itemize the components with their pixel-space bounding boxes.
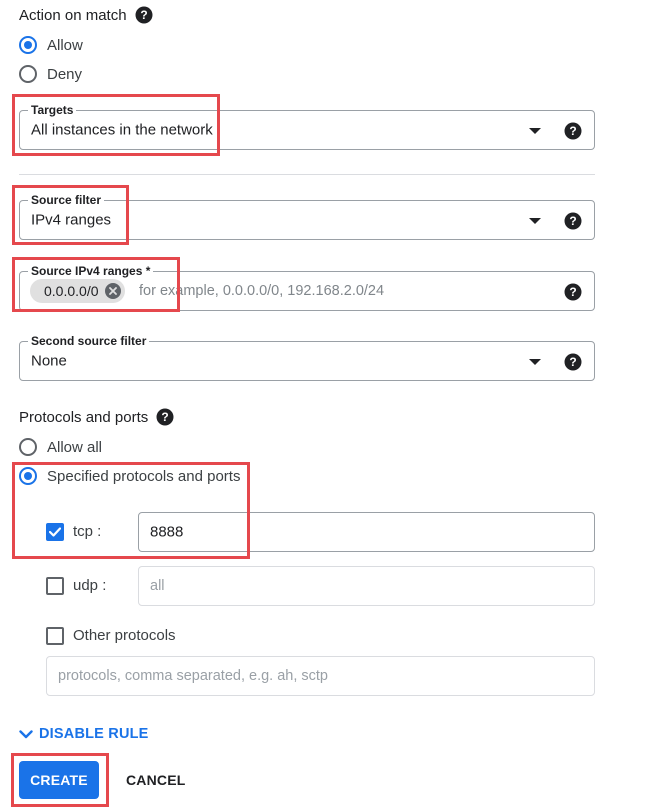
dropdown-arrow-icon[interactable]: [529, 128, 541, 134]
second-source-filter-label: Second source filter: [28, 334, 150, 348]
second-source-filter-value: None: [31, 352, 67, 370]
svg-text:?: ?: [569, 214, 576, 228]
svg-text:?: ?: [569, 355, 576, 369]
radio-allow-all[interactable]: Allow all: [19, 438, 102, 456]
other-protocols-checkbox[interactable]: [46, 627, 64, 645]
tcp-checkbox[interactable]: [46, 523, 64, 541]
help-icon[interactable]: ?: [564, 122, 582, 140]
source-ipv4-ranges-label: Source IPv4 ranges *: [28, 264, 154, 278]
chevron-down-icon: [19, 729, 33, 738]
tcp-label: tcp :: [73, 523, 102, 540]
create-button[interactable]: CREATE: [19, 761, 99, 799]
protocols-and-ports-title: Protocols and ports ?: [19, 408, 174, 426]
help-icon[interactable]: ?: [564, 353, 582, 371]
help-icon[interactable]: ?: [156, 408, 174, 426]
source-filter-select[interactable]: Source filter IPv4 ranges ?: [19, 193, 595, 240]
source-ipv4-ranges-input[interactable]: Source IPv4 ranges * 0.0.0.0/0 for examp…: [19, 264, 595, 311]
tcp-ports-value: 8888: [150, 523, 184, 541]
source-filter-value: IPv4 ranges: [31, 211, 112, 229]
source-filter-label: Source filter: [28, 193, 105, 207]
help-icon[interactable]: ?: [135, 6, 153, 24]
radio-allow-control[interactable]: [19, 36, 37, 54]
targets-select[interactable]: Targets All instances in the network ?: [19, 103, 595, 150]
targets-value: All instances in the network: [31, 121, 213, 139]
ip-range-chip[interactable]: 0.0.0.0/0: [30, 279, 125, 303]
dropdown-arrow-icon[interactable]: [529, 218, 541, 224]
udp-ports-input[interactable]: all: [138, 566, 595, 606]
other-protocols-label: Other protocols: [73, 627, 176, 644]
radio-deny[interactable]: Deny: [19, 65, 82, 83]
source-ipv4-ranges-placeholder: for example, 0.0.0.0/0, 192.168.2.0/24: [139, 283, 385, 299]
dropdown-arrow-icon[interactable]: [529, 359, 541, 365]
svg-text:?: ?: [140, 8, 147, 22]
close-circle-icon[interactable]: [104, 283, 121, 299]
tcp-ports-input[interactable]: 8888: [138, 512, 595, 552]
radio-deny-control[interactable]: [19, 65, 37, 83]
help-icon[interactable]: ?: [564, 283, 582, 301]
help-icon[interactable]: ?: [564, 212, 582, 230]
radio-allow[interactable]: Allow: [19, 36, 83, 54]
udp-checkbox[interactable]: [46, 577, 64, 595]
other-protocols-input[interactable]: protocols, comma separated, e.g. ah, sct…: [46, 656, 595, 696]
radio-specified-protocols[interactable]: Specified protocols and ports: [19, 467, 240, 485]
other-protocols-placeholder: protocols, comma separated, e.g. ah, sct…: [58, 668, 328, 684]
check-icon: [49, 527, 61, 537]
disable-rule-toggle[interactable]: DISABLE RULE: [19, 726, 149, 742]
action-on-match-title: Action on match ?: [19, 6, 153, 24]
udp-ports-placeholder: all: [150, 578, 165, 594]
svg-text:?: ?: [569, 124, 576, 138]
cancel-button[interactable]: CANCEL: [126, 772, 186, 788]
svg-text:?: ?: [162, 410, 169, 424]
targets-label: Targets: [28, 103, 77, 117]
section-divider: [19, 174, 595, 175]
radio-allow-all-control[interactable]: [19, 438, 37, 456]
udp-label: udp :: [73, 577, 107, 594]
second-source-filter-select[interactable]: Second source filter None ?: [19, 334, 595, 381]
svg-text:?: ?: [569, 285, 576, 299]
radio-specified-protocols-control[interactable]: [19, 467, 37, 485]
